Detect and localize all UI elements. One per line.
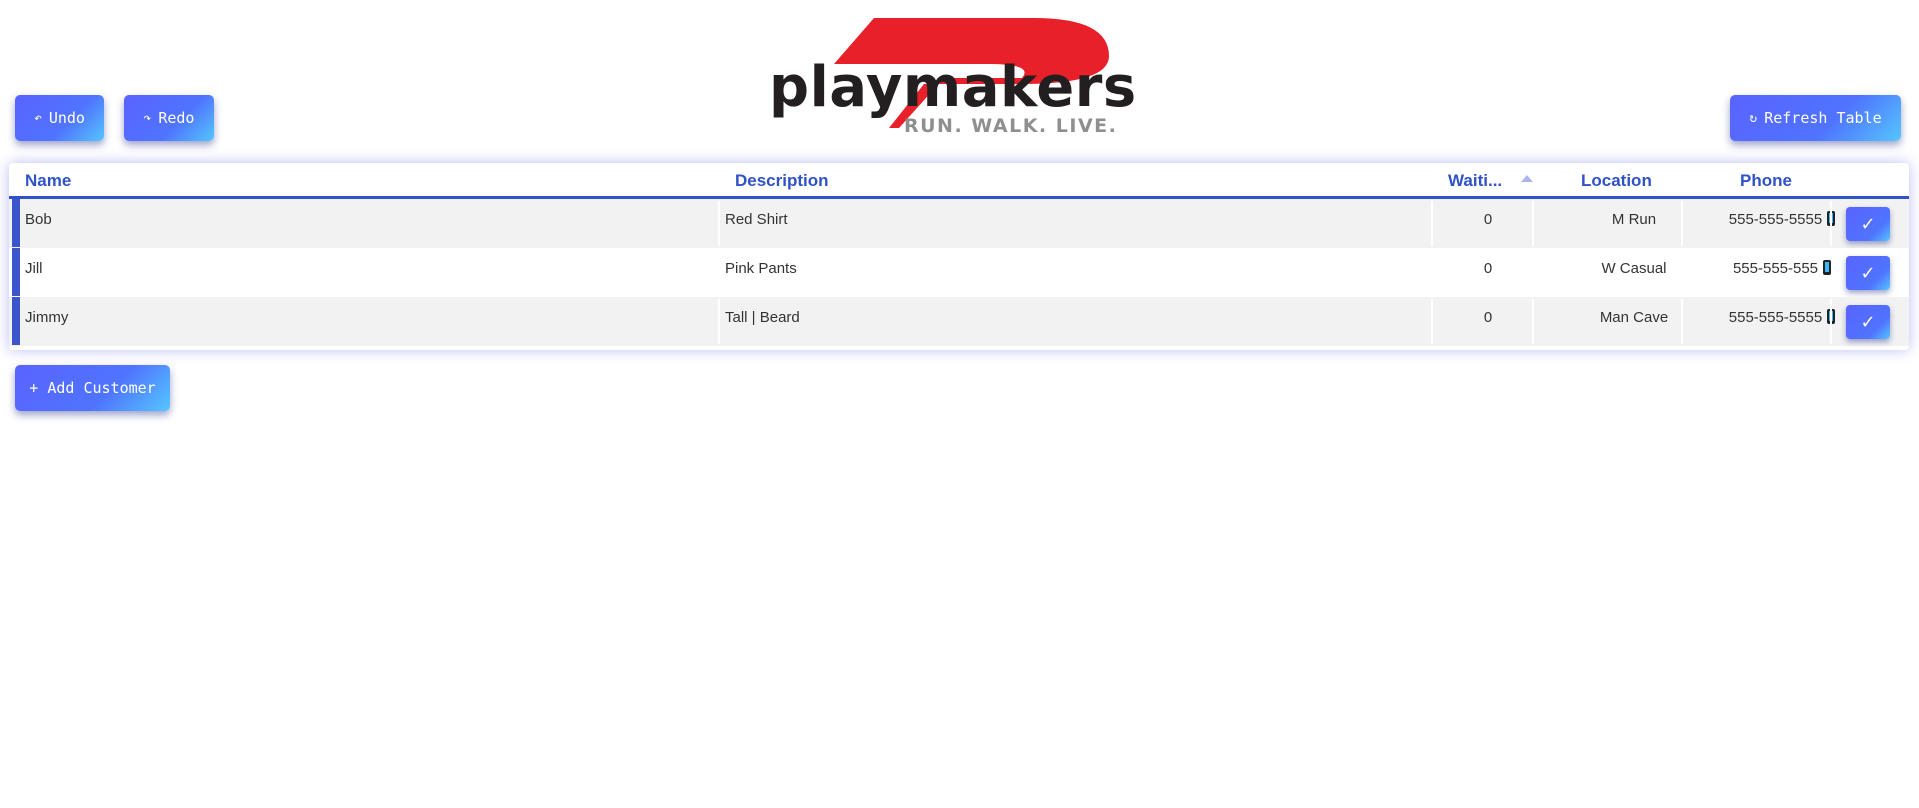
svg-text:playmakers: playmakers xyxy=(769,55,1137,120)
table-row[interactable]: Jill Pink Pants 0 W Casual 555-555-555 ✓ xyxy=(9,248,1909,297)
check-icon: ✓ xyxy=(1860,311,1876,333)
column-header-waiting[interactable]: Waiti... xyxy=(1448,171,1502,191)
check-in-button[interactable]: ✓ xyxy=(1846,207,1890,241)
table-row[interactable]: Bob Red Shirt 0 M Run 555-555-5555 ✓ xyxy=(9,199,1909,248)
undo-button[interactable]: ↶ Undo xyxy=(15,95,104,141)
column-header-name[interactable]: Name xyxy=(25,171,71,191)
cell-name: Bob xyxy=(25,211,52,228)
phone-icon xyxy=(1823,260,1832,275)
column-divider xyxy=(718,299,720,344)
undo-icon: ↶ xyxy=(34,110,42,126)
cell-waiting: 0 xyxy=(1483,309,1493,326)
column-divider xyxy=(1830,201,1832,246)
add-customer-label: + Add Customer xyxy=(29,379,156,397)
cell-description: Pink Pants xyxy=(725,260,797,277)
cell-description: Red Shirt xyxy=(725,211,788,228)
phone-number: 555-555-5555 xyxy=(1728,211,1823,228)
redo-button[interactable]: ↷ Redo xyxy=(124,95,214,141)
sort-ascending-icon[interactable] xyxy=(1521,175,1533,182)
undo-label: Undo xyxy=(48,109,85,127)
row-accent xyxy=(12,199,20,247)
column-header-location[interactable]: Location xyxy=(1581,171,1652,191)
column-divider xyxy=(718,201,720,246)
check-icon: ✓ xyxy=(1860,262,1876,284)
column-header-description[interactable]: Description xyxy=(735,171,829,191)
refresh-label: Refresh Table xyxy=(1764,109,1882,127)
refresh-table-button[interactable]: ↻ Refresh Table xyxy=(1730,95,1901,141)
table-row[interactable]: Jimmy Tall | Beard 0 Man Cave 555-555-55… xyxy=(9,297,1909,346)
row-accent xyxy=(12,248,20,296)
redo-label: Redo xyxy=(158,109,195,127)
svg-text:RUN. WALK. LIVE.: RUN. WALK. LIVE. xyxy=(904,115,1117,136)
refresh-icon: ↻ xyxy=(1749,110,1758,126)
playmakers-logo: playmakers RUN. WALK. LIVE. xyxy=(769,18,1137,136)
cell-description: Tall | Beard xyxy=(725,309,800,326)
redo-icon: ↷ xyxy=(143,110,152,126)
cell-name: Jill xyxy=(25,260,43,277)
cell-waiting: 0 xyxy=(1483,211,1493,228)
phone-number: 555-555-5555 xyxy=(1728,309,1823,326)
phone-number: 555-555-555 xyxy=(1732,260,1819,277)
table-header: Name Description Waiti... Location Phone xyxy=(9,163,1909,199)
check-in-button[interactable]: ✓ xyxy=(1846,256,1890,290)
check-icon: ✓ xyxy=(1860,213,1876,235)
cell-waiting: 0 xyxy=(1483,260,1493,277)
customer-table: Name Description Waiti... Location Phone… xyxy=(9,163,1909,350)
cell-name: Jimmy xyxy=(25,309,69,326)
column-divider xyxy=(1830,299,1832,344)
check-in-button[interactable]: ✓ xyxy=(1846,305,1890,339)
add-customer-button[interactable]: + Add Customer xyxy=(15,365,170,411)
row-accent xyxy=(12,297,20,345)
column-header-phone[interactable]: Phone xyxy=(1740,171,1792,191)
